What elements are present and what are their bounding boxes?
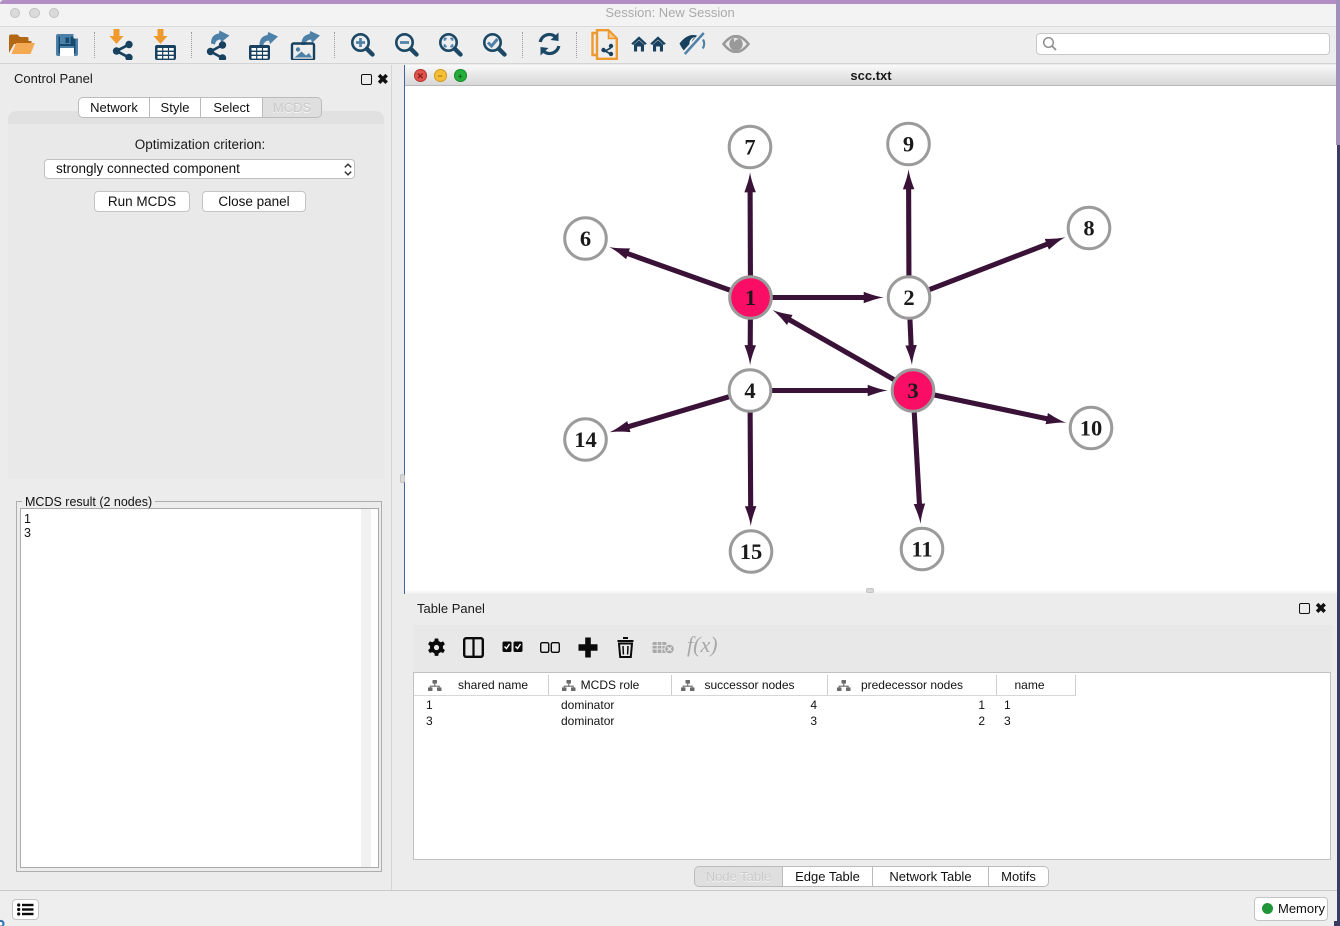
svg-text:14: 14 — [574, 427, 597, 452]
svg-text:7: 7 — [744, 135, 755, 160]
svg-text:9: 9 — [903, 132, 914, 157]
svg-text:6: 6 — [580, 226, 591, 251]
svg-text:3: 3 — [907, 378, 918, 403]
svg-text:15: 15 — [740, 539, 763, 564]
svg-text:4: 4 — [744, 378, 755, 403]
svg-text:8: 8 — [1083, 216, 1094, 241]
svg-text:11: 11 — [911, 537, 932, 562]
svg-text:2: 2 — [903, 285, 914, 310]
svg-text:10: 10 — [1080, 416, 1103, 441]
svg-text:1: 1 — [745, 285, 756, 310]
